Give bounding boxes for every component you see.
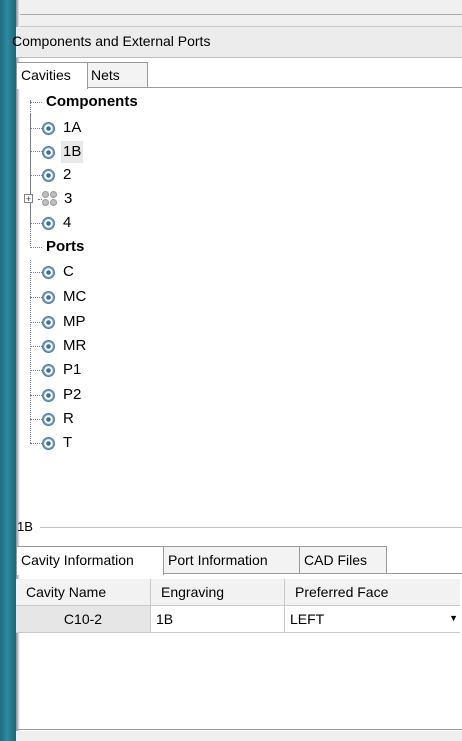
port-icon	[42, 339, 55, 353]
toolbar-strip	[20, 0, 462, 27]
components-tree: Components + 1A 1B 2 3 4 Ports C MC MP M…	[0, 90, 462, 520]
tree-tab-strip: Cavities Nets	[16, 62, 462, 89]
tab-cavities[interactable]: Cavities	[16, 62, 88, 89]
tree-item-port[interactable]: C	[42, 261, 76, 283]
column-header-preferred-face[interactable]: Preferred Face	[284, 579, 460, 606]
tab-cavity-information[interactable]: Cavity Information	[16, 546, 164, 575]
cell-cavity-name[interactable]: C10-2	[16, 605, 151, 633]
tree-item-component[interactable]: 2	[42, 164, 73, 186]
tree-item-component[interactable]: 1A	[42, 117, 83, 139]
expand-toggle-3[interactable]: +	[24, 194, 33, 204]
tree-item-port[interactable]: MP	[42, 311, 88, 333]
tree-group-ports[interactable]: Ports	[44, 236, 86, 258]
cavity-icon	[42, 216, 55, 230]
tree-item-port[interactable]: R	[42, 408, 76, 430]
tree-item-port[interactable]: P1	[42, 359, 83, 381]
panel-title: Components and External Ports	[12, 33, 211, 49]
tree-item-component[interactable]: 1B	[42, 141, 84, 163]
port-icon	[42, 388, 55, 402]
tree-item-port[interactable]: MR	[42, 335, 88, 357]
tree-item-port[interactable]: T	[42, 432, 74, 454]
dropdown-arrow-icon[interactable]: ▼	[449, 613, 458, 623]
port-icon	[42, 265, 55, 279]
cell-engraving[interactable]: 1B	[150, 605, 285, 633]
cavity-info-grid: Cavity Name Engraving Preferred Face C10…	[16, 579, 462, 633]
column-header-cavity-name[interactable]: Cavity Name	[16, 579, 151, 606]
details-tab-strip: Cavity Information Port Information CAD …	[16, 546, 462, 575]
tree-item-port[interactable]: P2	[42, 384, 83, 406]
tree-item-port[interactable]: MC	[42, 286, 88, 308]
port-icon	[42, 315, 55, 329]
port-icon	[42, 412, 55, 426]
port-icon	[42, 436, 55, 450]
tree-item-component[interactable]: 3	[42, 188, 74, 210]
port-icon	[42, 363, 55, 377]
cavity-icon	[42, 121, 55, 135]
cavity-group-icon	[42, 191, 58, 207]
status-strip	[16, 731, 462, 741]
cavity-icon	[42, 168, 55, 182]
tab-nets[interactable]: Nets	[86, 62, 148, 87]
tab-port-information[interactable]: Port Information	[163, 546, 303, 573]
selection-group-label: 1B	[17, 519, 33, 534]
tree-group-components[interactable]: Components	[44, 91, 140, 113]
tree-item-component[interactable]: 4	[42, 212, 73, 234]
cell-preferred-face[interactable]: LEFT ▼	[284, 605, 460, 633]
table-row[interactable]: C10-2 1B LEFT ▼	[16, 605, 460, 633]
tab-cad-files[interactable]: CAD Files	[299, 546, 387, 573]
cavity-icon	[42, 145, 55, 159]
column-header-engraving[interactable]: Engraving	[150, 579, 285, 606]
port-icon	[42, 290, 55, 304]
panel-header: Components and External Ports	[12, 27, 462, 58]
preferred-face-value: LEFT	[290, 611, 325, 627]
